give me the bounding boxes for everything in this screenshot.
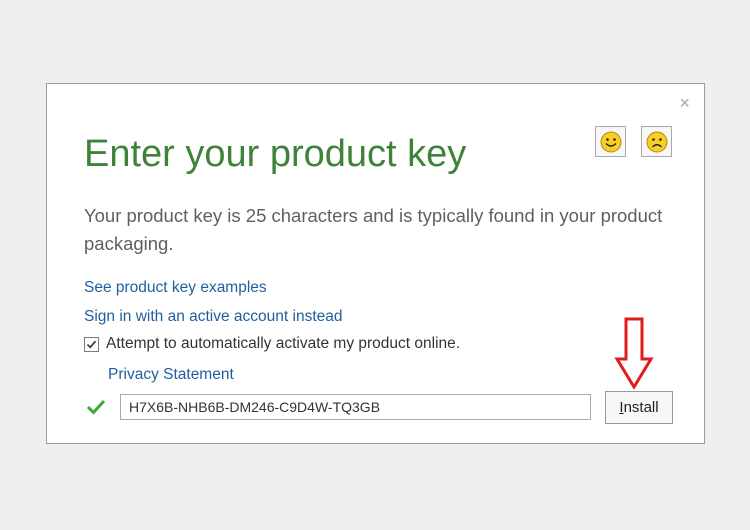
install-label: nstall bbox=[623, 399, 659, 416]
auto-activate-row: Attempt to automatically activate my pro… bbox=[84, 335, 460, 353]
auto-activate-checkbox[interactable] bbox=[84, 336, 99, 352]
frown-icon bbox=[646, 131, 667, 152]
sign-in-link[interactable]: Sign in with an active account instead bbox=[84, 308, 343, 326]
auto-activate-label: Attempt to automatically activate my pro… bbox=[106, 335, 461, 352]
close-icon[interactable]: × bbox=[679, 94, 690, 112]
dialog-title: Enter your product key bbox=[84, 133, 467, 175]
checkbox-check-icon bbox=[86, 340, 97, 348]
install-button[interactable]: Install bbox=[605, 391, 673, 424]
product-key-dialog: × Enter your product key Your product ke… bbox=[46, 83, 705, 444]
product-key-input[interactable] bbox=[120, 394, 591, 420]
smiley-icon bbox=[600, 131, 621, 152]
send-smile-button[interactable] bbox=[595, 126, 626, 157]
valid-check-icon bbox=[86, 399, 106, 415]
product-key-examples-link[interactable]: See product key examples bbox=[84, 279, 267, 297]
send-frown-button[interactable] bbox=[641, 126, 672, 157]
red-down-arrow-icon bbox=[614, 317, 654, 390]
privacy-statement-link[interactable]: Privacy Statement bbox=[108, 366, 234, 384]
dialog-description: Your product key is 25 characters and is… bbox=[84, 205, 663, 254]
